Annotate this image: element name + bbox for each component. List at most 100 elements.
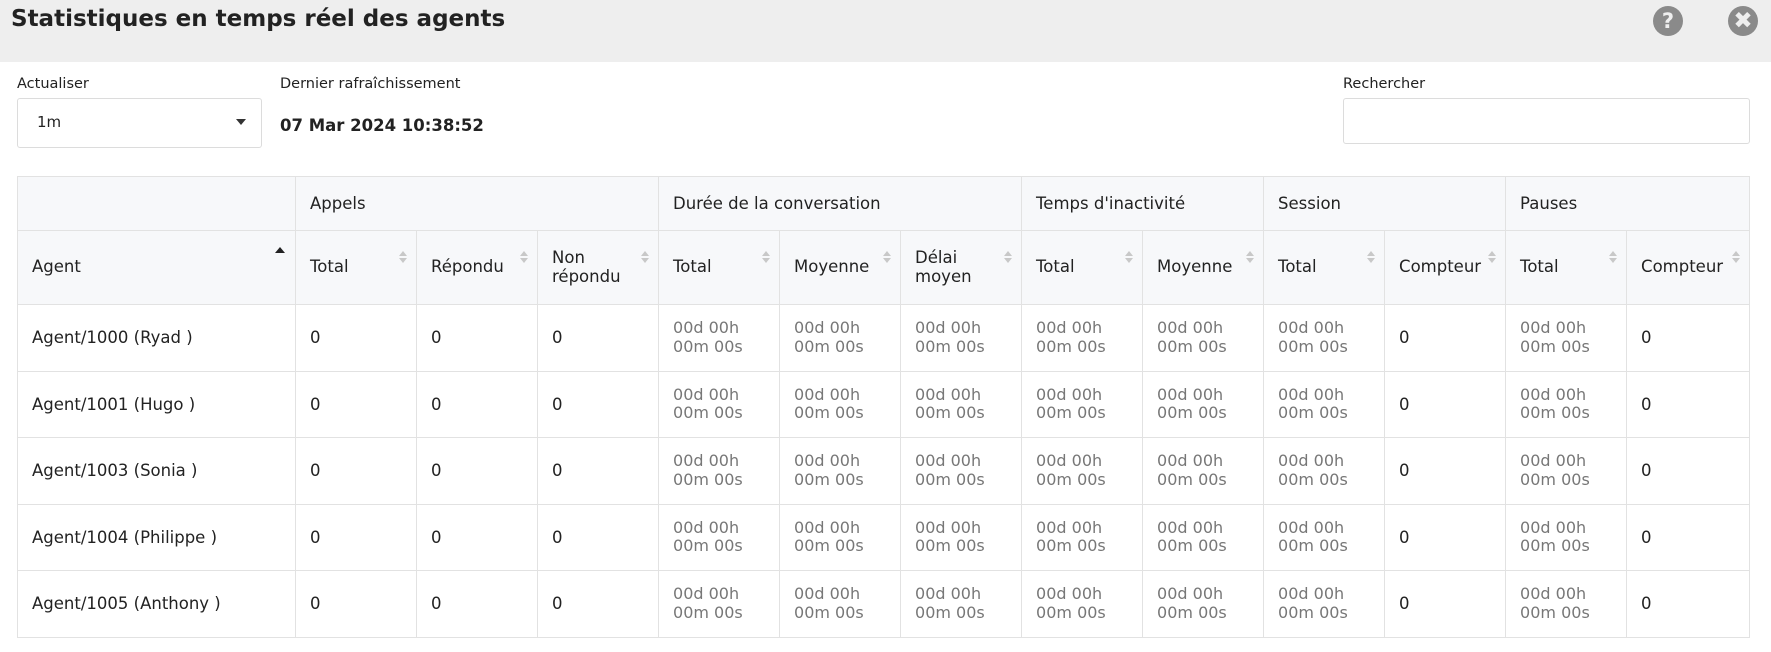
column-header-talk-total[interactable]: Total (658, 230, 781, 305)
duration-cell: 00d 00h 00m 00s (900, 304, 1023, 372)
group-header-idle-time: Temps d'inactivité (1021, 176, 1265, 231)
agent-cell: Agent/1003 (Sonia ) (17, 437, 296, 505)
table-cell: 0 (295, 370, 417, 438)
duration-cell: 00d 00h 00m 00s (779, 570, 902, 638)
sort-icon (1367, 251, 1376, 265)
duration-cell: 00d 00h 00m 00s (1021, 437, 1144, 505)
column-header-label: Total (1520, 257, 1559, 277)
sort-icon (641, 251, 650, 265)
table-cell: 0 (295, 304, 417, 372)
refresh-interval-select[interactable]: 1m (17, 98, 262, 148)
table-cell: 0 (416, 370, 538, 438)
table-cell: 0 (416, 503, 538, 571)
duration-cell: 00d 00h 00m 00s (1021, 304, 1144, 372)
duration-cell: 00d 00h 00m 00s (900, 570, 1023, 638)
duration-cell: 00d 00h 00m 00s (779, 437, 902, 505)
column-header-label: Total (1278, 257, 1317, 277)
sort-icon (883, 251, 892, 265)
page-title: Statistiques en temps réel des agents (11, 6, 506, 32)
column-header-label: Moyenne (794, 257, 870, 277)
table-cell: 0 (295, 437, 417, 505)
duration-cell: 00d 00h 00m 00s (658, 437, 781, 505)
column-header-idle-total[interactable]: Total (1021, 230, 1144, 305)
column-header-calls-unanswered[interactable]: Non répondu (536, 230, 660, 305)
column-header-pauses-total[interactable]: Total (1505, 230, 1628, 305)
refresh-interval-value: 1m (37, 113, 62, 131)
table-cell: 0 (1626, 437, 1751, 505)
column-header-label: Total (673, 257, 712, 277)
table-cell: 0 (295, 503, 417, 571)
last-refresh-label: Dernier rafraîchissement (280, 76, 461, 92)
sort-icon (1609, 251, 1618, 265)
duration-cell: 00d 00h 00m 00s (779, 503, 902, 571)
sort-icon (1488, 251, 1497, 265)
column-header-agent[interactable]: Agent (17, 230, 296, 305)
duration-cell: 00d 00h 00m 00s (1142, 503, 1265, 571)
column-header-calls-total[interactable]: Total (295, 230, 417, 305)
table-cell: 0 (1626, 370, 1751, 438)
close-icon[interactable]: ✖ (1728, 6, 1758, 36)
column-header-label: Répondu (431, 257, 504, 277)
sort-icon (399, 251, 407, 265)
table-row: Agent/1005 (Anthony ) 0 0 0 00d 00h 00m … (17, 570, 1751, 638)
agent-stats-table: Appels Durée de la conversation Temps d'… (17, 176, 1751, 638)
agent-cell: Agent/1004 (Philippe ) (17, 503, 296, 571)
column-header-label: Compteur (1399, 257, 1482, 277)
column-header-label: Agent (32, 257, 81, 277)
table-cell: 0 (295, 570, 417, 638)
duration-cell: 00d 00h 00m 00s (658, 370, 781, 438)
column-header-talk-avg-delay[interactable]: Délai moyen (900, 230, 1023, 305)
column-header-pauses-count[interactable]: Compteur (1626, 230, 1751, 305)
duration-cell: 00d 00h 00m 00s (1263, 304, 1386, 372)
column-header-label: Non répondu (552, 248, 621, 286)
table-cell: 0 (536, 304, 660, 372)
duration-cell: 00d 00h 00m 00s (1505, 503, 1628, 571)
duration-cell: 00d 00h 00m 00s (1263, 437, 1386, 505)
help-icon[interactable]: ? (1653, 6, 1683, 36)
column-header-idle-average[interactable]: Moyenne (1142, 230, 1265, 305)
table-cell: 0 (536, 503, 660, 571)
duration-cell: 00d 00h 00m 00s (1505, 304, 1628, 372)
sort-icon (762, 251, 771, 265)
sort-ascending-icon (275, 247, 285, 253)
group-header-empty (17, 176, 296, 231)
sort-icon (1125, 251, 1134, 265)
duration-cell: 00d 00h 00m 00s (1263, 570, 1386, 638)
column-header-talk-average[interactable]: Moyenne (779, 230, 902, 305)
search-input[interactable] (1343, 98, 1750, 144)
duration-cell: 00d 00h 00m 00s (1021, 570, 1144, 638)
column-header-session-count[interactable]: Compteur (1384, 230, 1507, 305)
column-header-session-total[interactable]: Total (1263, 230, 1386, 305)
agent-cell: Agent/1001 (Hugo ) (17, 370, 296, 438)
column-header-label: Compteur (1641, 257, 1724, 277)
group-header-session: Session (1263, 176, 1507, 231)
duration-cell: 00d 00h 00m 00s (658, 570, 781, 638)
table-row: Agent/1003 (Sonia ) 0 0 0 00d 00h 00m 00… (17, 437, 1751, 505)
duration-cell: 00d 00h 00m 00s (658, 503, 781, 571)
duration-cell: 00d 00h 00m 00s (1263, 503, 1386, 571)
table-row: Agent/1001 (Hugo ) 0 0 0 00d 00h 00m 00s… (17, 370, 1751, 438)
duration-cell: 00d 00h 00m 00s (779, 304, 902, 372)
agent-cell: Agent/1005 (Anthony ) (17, 570, 296, 638)
sort-icon (520, 251, 528, 265)
table-cell: 0 (1384, 570, 1507, 638)
group-header-talk-duration: Durée de la conversation (658, 176, 1023, 231)
table-cell: 0 (416, 304, 538, 372)
table-cell: 0 (1626, 570, 1751, 638)
sort-icon (1004, 251, 1013, 265)
duration-cell: 00d 00h 00m 00s (1505, 570, 1628, 638)
table-row: Agent/1000 (Ryad ) 0 0 0 00d 00h 00m 00s… (17, 304, 1751, 372)
duration-cell: 00d 00h 00m 00s (1142, 304, 1265, 372)
duration-cell: 00d 00h 00m 00s (900, 370, 1023, 438)
column-header-label: Délai moyen (915, 248, 972, 286)
column-group-row: Appels Durée de la conversation Temps d'… (17, 176, 1751, 231)
column-header-calls-answered[interactable]: Répondu (416, 230, 538, 305)
table-cell: 0 (536, 437, 660, 505)
group-header-calls: Appels (294, 176, 660, 231)
duration-cell: 00d 00h 00m 00s (779, 370, 902, 438)
search-label: Rechercher (1343, 76, 1426, 92)
table-cell: 0 (1626, 503, 1751, 571)
sort-icon (1246, 251, 1255, 265)
duration-cell: 00d 00h 00m 00s (1142, 570, 1265, 638)
page-header: Statistiques en temps réel des agents ? … (0, 0, 1771, 62)
